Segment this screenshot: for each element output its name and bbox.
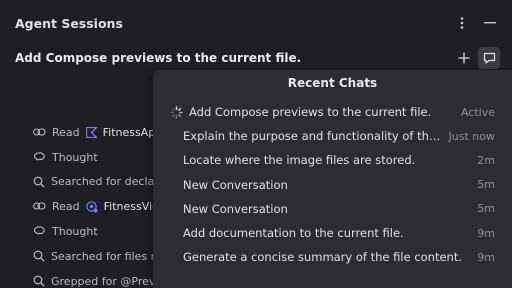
chat-title: New Conversation — [183, 201, 288, 216]
chat-item[interactable]: Generate a concise summary of the file c… — [153, 245, 512, 269]
chat-time: Active — [460, 105, 495, 119]
loading-spinner-icon — [169, 105, 183, 119]
read-icon — [33, 202, 46, 210]
chat-item[interactable]: Add Compose previews to the current file… — [153, 100, 512, 124]
thought-icon — [33, 226, 45, 235]
search-icon — [33, 250, 45, 263]
recent-chats-list: Add Compose previews to the current file… — [153, 100, 512, 269]
step-thought[interactable]: Thought — [33, 219, 163, 244]
step-thought[interactable]: Thought — [33, 145, 163, 170]
minimize-icon[interactable] — [482, 15, 498, 31]
step-label: Searched for files m — [51, 249, 162, 263]
step-label: Read — [52, 200, 80, 214]
panel-title: Agent Sessions — [15, 15, 123, 31]
agent-sessions-panel: Agent Sessions Add Compose previews to t… — [0, 0, 512, 288]
chat-time: 9m — [477, 226, 495, 240]
compose-file-icon — [85, 201, 98, 213]
chat-title: Explain the purpose and functionality of… — [183, 129, 441, 144]
plus-icon[interactable] — [456, 50, 472, 66]
step-label: Thought — [52, 225, 98, 239]
step-read[interactable]: Read FitnessApp — [33, 120, 163, 145]
step-search[interactable]: Searched for files m — [33, 244, 163, 269]
chat-history-icon — [483, 52, 495, 64]
chat-item[interactable]: Locate where the image files are stored.… — [153, 148, 512, 172]
chat-time: 9m — [477, 250, 495, 264]
chat-item[interactable]: Add documentation to the current file. 9… — [153, 221, 512, 245]
session-title: Add Compose previews to the current file… — [15, 51, 302, 65]
step-label: Thought — [52, 150, 98, 164]
step-label: Read — [52, 125, 80, 139]
session-actions — [456, 47, 500, 69]
chat-time: 5m — [477, 202, 495, 216]
chat-item[interactable]: Explain the purpose and functionality of… — [153, 124, 512, 148]
thought-icon — [33, 152, 45, 160]
step-label: Searched for declara — [51, 175, 163, 189]
kebab-menu-icon[interactable] — [454, 15, 470, 31]
chat-time: Just now — [448, 129, 495, 143]
chat-title: Locate where the image files are stored. — [183, 153, 416, 168]
search-icon — [33, 176, 45, 188]
chat-time: 2m — [477, 153, 495, 167]
chat-item[interactable]: New Conversation 5m — [153, 173, 512, 197]
step-read[interactable]: Read FitnessView — [33, 194, 163, 219]
panel-header: Agent Sessions — [0, 0, 512, 46]
agent-steps-list: Read FitnessApp Thought Searched for dec… — [33, 120, 163, 288]
chat-title: New Conversation — [183, 177, 288, 192]
step-search[interactable]: Searched for declara — [33, 170, 163, 195]
chat-title: Generate a concise summary of the file c… — [183, 250, 462, 265]
header-actions — [454, 15, 498, 31]
search-icon — [33, 275, 45, 287]
recent-chats-popup: Recent Chats Add Compose previews to the… — [153, 70, 512, 288]
chat-title: Add documentation to the current file. — [183, 226, 404, 241]
step-search[interactable]: Grepped for @Previe — [33, 269, 163, 288]
read-icon — [33, 128, 46, 136]
chat-item[interactable]: New Conversation 5m — [153, 197, 512, 221]
kotlin-file-icon — [85, 126, 97, 138]
recent-chats-title: Recent Chats — [287, 76, 378, 90]
step-label: Grepped for @Previe — [51, 274, 163, 288]
chat-history-button[interactable] — [478, 47, 500, 69]
chat-title: Add Compose previews to the current file… — [189, 105, 432, 120]
session-bar: Add Compose previews to the current file… — [0, 46, 512, 70]
chat-time: 5m — [477, 178, 495, 192]
